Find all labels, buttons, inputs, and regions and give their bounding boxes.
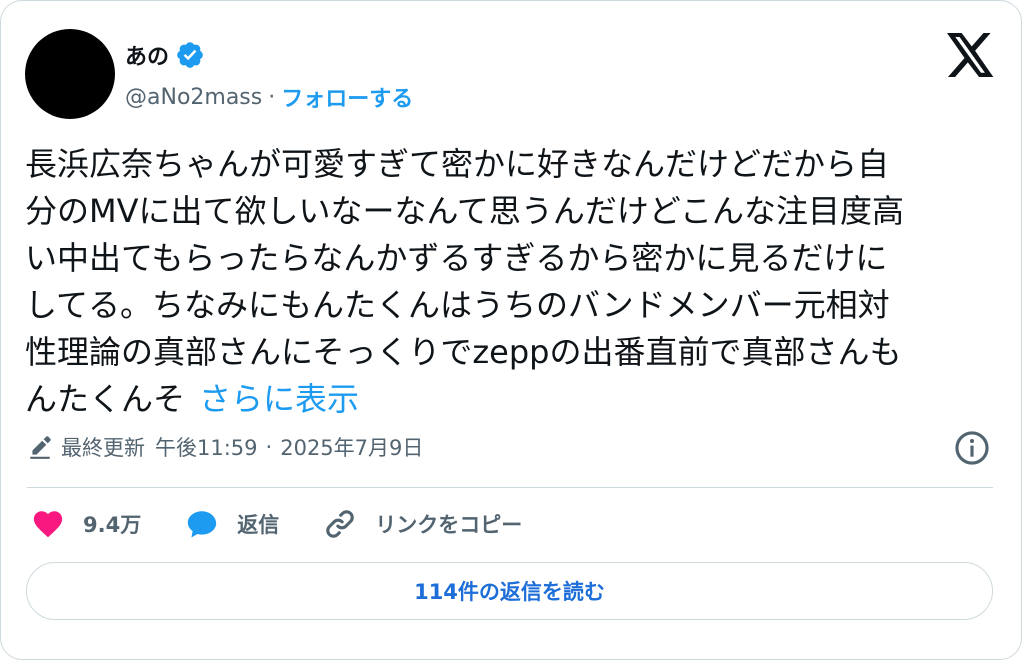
handle-row: @aNo2mass · フォローする	[125, 81, 413, 113]
tweet-date[interactable]: 2025年7月9日	[280, 432, 423, 462]
separator-dot: ·	[268, 84, 276, 110]
link-icon	[326, 510, 354, 538]
user-handle[interactable]: @aNo2mass	[125, 85, 262, 110]
reply-label: 返信	[237, 513, 280, 537]
separator-dot: ·	[265, 435, 273, 459]
heart-icon	[33, 511, 63, 538]
tweet-line: 性理論の真部さんにそっくりでzeppの出番直前で真部さんも	[25, 333, 902, 371]
read-replies-label: 114件の返信を読む	[414, 580, 605, 604]
like-count: 9.4万	[83, 513, 142, 537]
tweet-meta: 最終更新 午後11:59 · 2025年7月9日	[27, 427, 423, 467]
display-name[interactable]: あの	[125, 39, 169, 71]
author-name-row: あの	[125, 35, 205, 75]
speech-bubble-icon	[188, 511, 217, 538]
tweet-line: 長浜広奈ちゃんが可愛すぎて密かに好きなんだけどだから自	[25, 145, 890, 183]
copy-link-button[interactable]: リンクをコピー	[323, 507, 522, 541]
action-bar: 9.4万 返信 リンクをコピー	[31, 503, 566, 545]
copy-link-label: リンクをコピー	[375, 513, 523, 537]
verified-badge-icon	[177, 42, 203, 68]
info-icon[interactable]	[953, 429, 991, 467]
reply-button[interactable]: 返信	[185, 507, 279, 541]
follow-button[interactable]: フォローする	[281, 81, 413, 113]
tweet-card: あの @aNo2mass · フォローする 長浜広奈ちゃんが可愛すぎて密かに好き…	[0, 0, 1022, 660]
read-replies-button[interactable]: 114件の返信を読む	[26, 562, 993, 620]
last-edited-label[interactable]: 最終更新	[61, 432, 145, 462]
tweet-line: 分のMVに出て欲しいなーなんて思うんだけどこんな注目度高	[25, 192, 904, 230]
tweet-last-line: んたくんそ さらに表示	[25, 376, 990, 423]
tweet-line: してる。ちなみにもんたくんはうちのバンドメンバー元相対	[25, 286, 890, 324]
tweet-text: 長浜広奈ちゃんが可愛すぎて密かに好きなんだけどだから自 分のMVに出て欲しいなー…	[25, 141, 990, 423]
pencil-icon	[30, 436, 51, 459]
tweet-line: んたくんそ	[25, 380, 186, 418]
avatar[interactable]	[25, 29, 115, 119]
divider	[27, 487, 993, 488]
show-more-link[interactable]: さらに表示	[199, 380, 359, 418]
like-button[interactable]: 9.4万	[31, 507, 141, 541]
tweet-line: い中出てもらったらなんかずるすぎるから密かに見るだけに	[25, 239, 888, 277]
x-logo-icon[interactable]	[946, 33, 996, 77]
tweet-time[interactable]: 午後11:59	[155, 432, 258, 462]
